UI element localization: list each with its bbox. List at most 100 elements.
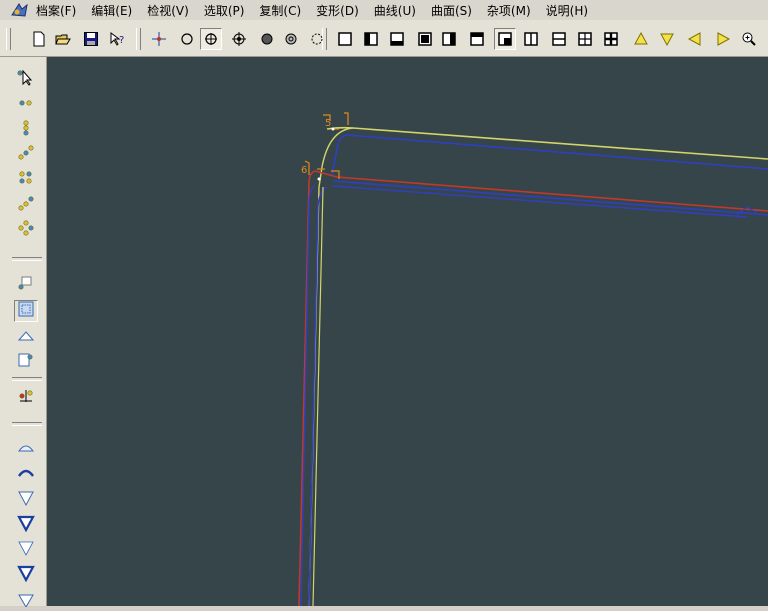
blue-curve-upper-line bbox=[346, 134, 768, 170]
select-arrow-icon bbox=[17, 69, 35, 91]
circle-snap-button[interactable] bbox=[176, 28, 198, 50]
menu-item-5[interactable]: 变形(D) bbox=[316, 2, 359, 19]
view-bottom-button[interactable] bbox=[386, 28, 408, 50]
filled-circle-button[interactable] bbox=[256, 28, 278, 50]
frame-corner-button[interactable] bbox=[14, 352, 38, 374]
zoom-in-icon bbox=[741, 31, 757, 47]
filled-circle-icon bbox=[259, 31, 275, 47]
app-logo-icon[interactable] bbox=[10, 1, 30, 19]
split-quad-bold-button[interactable] bbox=[600, 28, 622, 50]
view-left-button[interactable] bbox=[360, 28, 382, 50]
menu-item-6[interactable]: 曲线(U) bbox=[374, 2, 416, 19]
crosshair-circle-button[interactable] bbox=[200, 28, 222, 50]
triangle-left-button[interactable] bbox=[684, 28, 706, 50]
surface-partial-button[interactable] bbox=[14, 589, 38, 611]
frame-dotted-icon bbox=[17, 300, 35, 322]
frame-corner-icon bbox=[17, 352, 35, 374]
move-points-icon bbox=[17, 387, 35, 409]
ring-circle-button[interactable] bbox=[280, 28, 302, 50]
blue-curve-left-2 bbox=[300, 184, 316, 606]
surface-arc-bold-button[interactable] bbox=[14, 464, 38, 486]
help-pointer-icon: ? bbox=[109, 31, 125, 47]
viewport-canvas[interactable]: 5 6 bbox=[47, 57, 768, 606]
point-stack-icon bbox=[17, 119, 35, 141]
ring-circle-icon bbox=[283, 31, 299, 47]
surface-down-solid-button[interactable] bbox=[14, 564, 38, 586]
toolbar-separator bbox=[136, 28, 141, 50]
frame-dotted-button[interactable] bbox=[14, 300, 38, 322]
blue-curve-upper bbox=[331, 134, 348, 176]
point-diagonal-icon bbox=[17, 144, 35, 166]
menu-item-4[interactable]: 复制(C) bbox=[259, 2, 301, 19]
menu-item-9[interactable]: 说明(H) bbox=[546, 2, 588, 19]
view-top-button[interactable] bbox=[466, 28, 488, 50]
yellow-curve bbox=[326, 126, 768, 160]
palette-separator bbox=[12, 422, 42, 426]
dashed-circle-button[interactable] bbox=[306, 28, 328, 50]
split-horizontal-button[interactable] bbox=[548, 28, 570, 50]
menu-item-8[interactable]: 杂项(M) bbox=[487, 2, 531, 19]
point-cluster-button[interactable] bbox=[14, 219, 38, 241]
menu-item-2[interactable]: 检视(V) bbox=[147, 2, 189, 19]
open-file-button[interactable] bbox=[52, 28, 74, 50]
point-pair-button[interactable] bbox=[14, 94, 38, 116]
point-scatter-button[interactable] bbox=[14, 194, 38, 216]
open-file-icon bbox=[55, 31, 71, 47]
select-arrow-button[interactable] bbox=[14, 69, 38, 91]
triangle-outline-icon bbox=[17, 327, 35, 349]
triangle-up-icon bbox=[633, 31, 649, 47]
split-vertical-button[interactable] bbox=[520, 28, 542, 50]
circle-snap-icon bbox=[179, 31, 195, 47]
point-stack-button[interactable] bbox=[14, 119, 38, 141]
zoom-in-button[interactable] bbox=[738, 28, 760, 50]
menu-item-3[interactable]: 选取(P) bbox=[204, 2, 245, 19]
curve-label-2: 6 bbox=[301, 165, 307, 176]
control-point bbox=[331, 127, 335, 131]
split-vertical-icon bbox=[523, 31, 539, 47]
surface-down-bold-button[interactable] bbox=[14, 514, 38, 536]
view-full-button[interactable] bbox=[414, 28, 436, 50]
menu-bar: 档案(F) 编辑(E) 检视(V) 选取(P) 复制(C) 变形(D) 曲线(U) 曲面(S)… bbox=[0, 0, 768, 20]
frame-small-button[interactable] bbox=[14, 273, 38, 295]
blue-curve-lower bbox=[332, 180, 768, 216]
target-button[interactable] bbox=[228, 28, 250, 50]
surface-arc-button[interactable] bbox=[14, 439, 38, 461]
triangle-right-button[interactable] bbox=[712, 28, 734, 50]
split-quad-button[interactable] bbox=[574, 28, 596, 50]
point-diagonal-button[interactable] bbox=[14, 144, 38, 166]
save-icon bbox=[83, 31, 99, 47]
crosshair-circle-icon bbox=[203, 31, 219, 47]
triangle-right-icon bbox=[715, 31, 731, 47]
surface-down-thin-button[interactable] bbox=[14, 539, 38, 561]
surface-down-solid-icon bbox=[17, 564, 35, 586]
menu-item-1[interactable]: 编辑(E) bbox=[91, 2, 132, 19]
triangle-down-button[interactable] bbox=[656, 28, 678, 50]
new-file-button[interactable] bbox=[28, 28, 50, 50]
triangle-up-button[interactable] bbox=[630, 28, 652, 50]
view-top-icon bbox=[469, 31, 485, 47]
target-icon bbox=[231, 31, 247, 47]
menu-item-7[interactable]: 曲面(S) bbox=[431, 2, 472, 19]
surface-down-thin-icon bbox=[17, 539, 35, 561]
split-horizontal-icon bbox=[551, 31, 567, 47]
toolbar-grip[interactable] bbox=[6, 28, 11, 50]
modeling-viewport[interactable]: 5 6 bbox=[47, 57, 768, 606]
save-button[interactable] bbox=[80, 28, 102, 50]
view-right-button[interactable] bbox=[438, 28, 460, 50]
point-grid-button[interactable] bbox=[14, 169, 38, 191]
frame-small-icon bbox=[17, 273, 35, 295]
triangle-left-icon bbox=[687, 31, 703, 47]
palette-separator bbox=[12, 257, 42, 261]
new-file-icon bbox=[31, 31, 47, 47]
view-full-icon bbox=[417, 31, 433, 47]
view-quad-corner-button[interactable] bbox=[494, 28, 516, 50]
curve-label-1: 5 bbox=[325, 118, 331, 129]
menu-item-0[interactable]: 档案(F) bbox=[36, 2, 76, 19]
blue-curve-lower-2 bbox=[332, 185, 748, 218]
move-points-button[interactable] bbox=[14, 387, 38, 409]
view-single-button[interactable] bbox=[334, 28, 356, 50]
triangle-outline-button[interactable] bbox=[14, 327, 38, 349]
center-point-button[interactable] bbox=[148, 28, 170, 50]
help-pointer-button[interactable]: ? bbox=[106, 28, 128, 50]
surface-down-button[interactable] bbox=[14, 489, 38, 511]
